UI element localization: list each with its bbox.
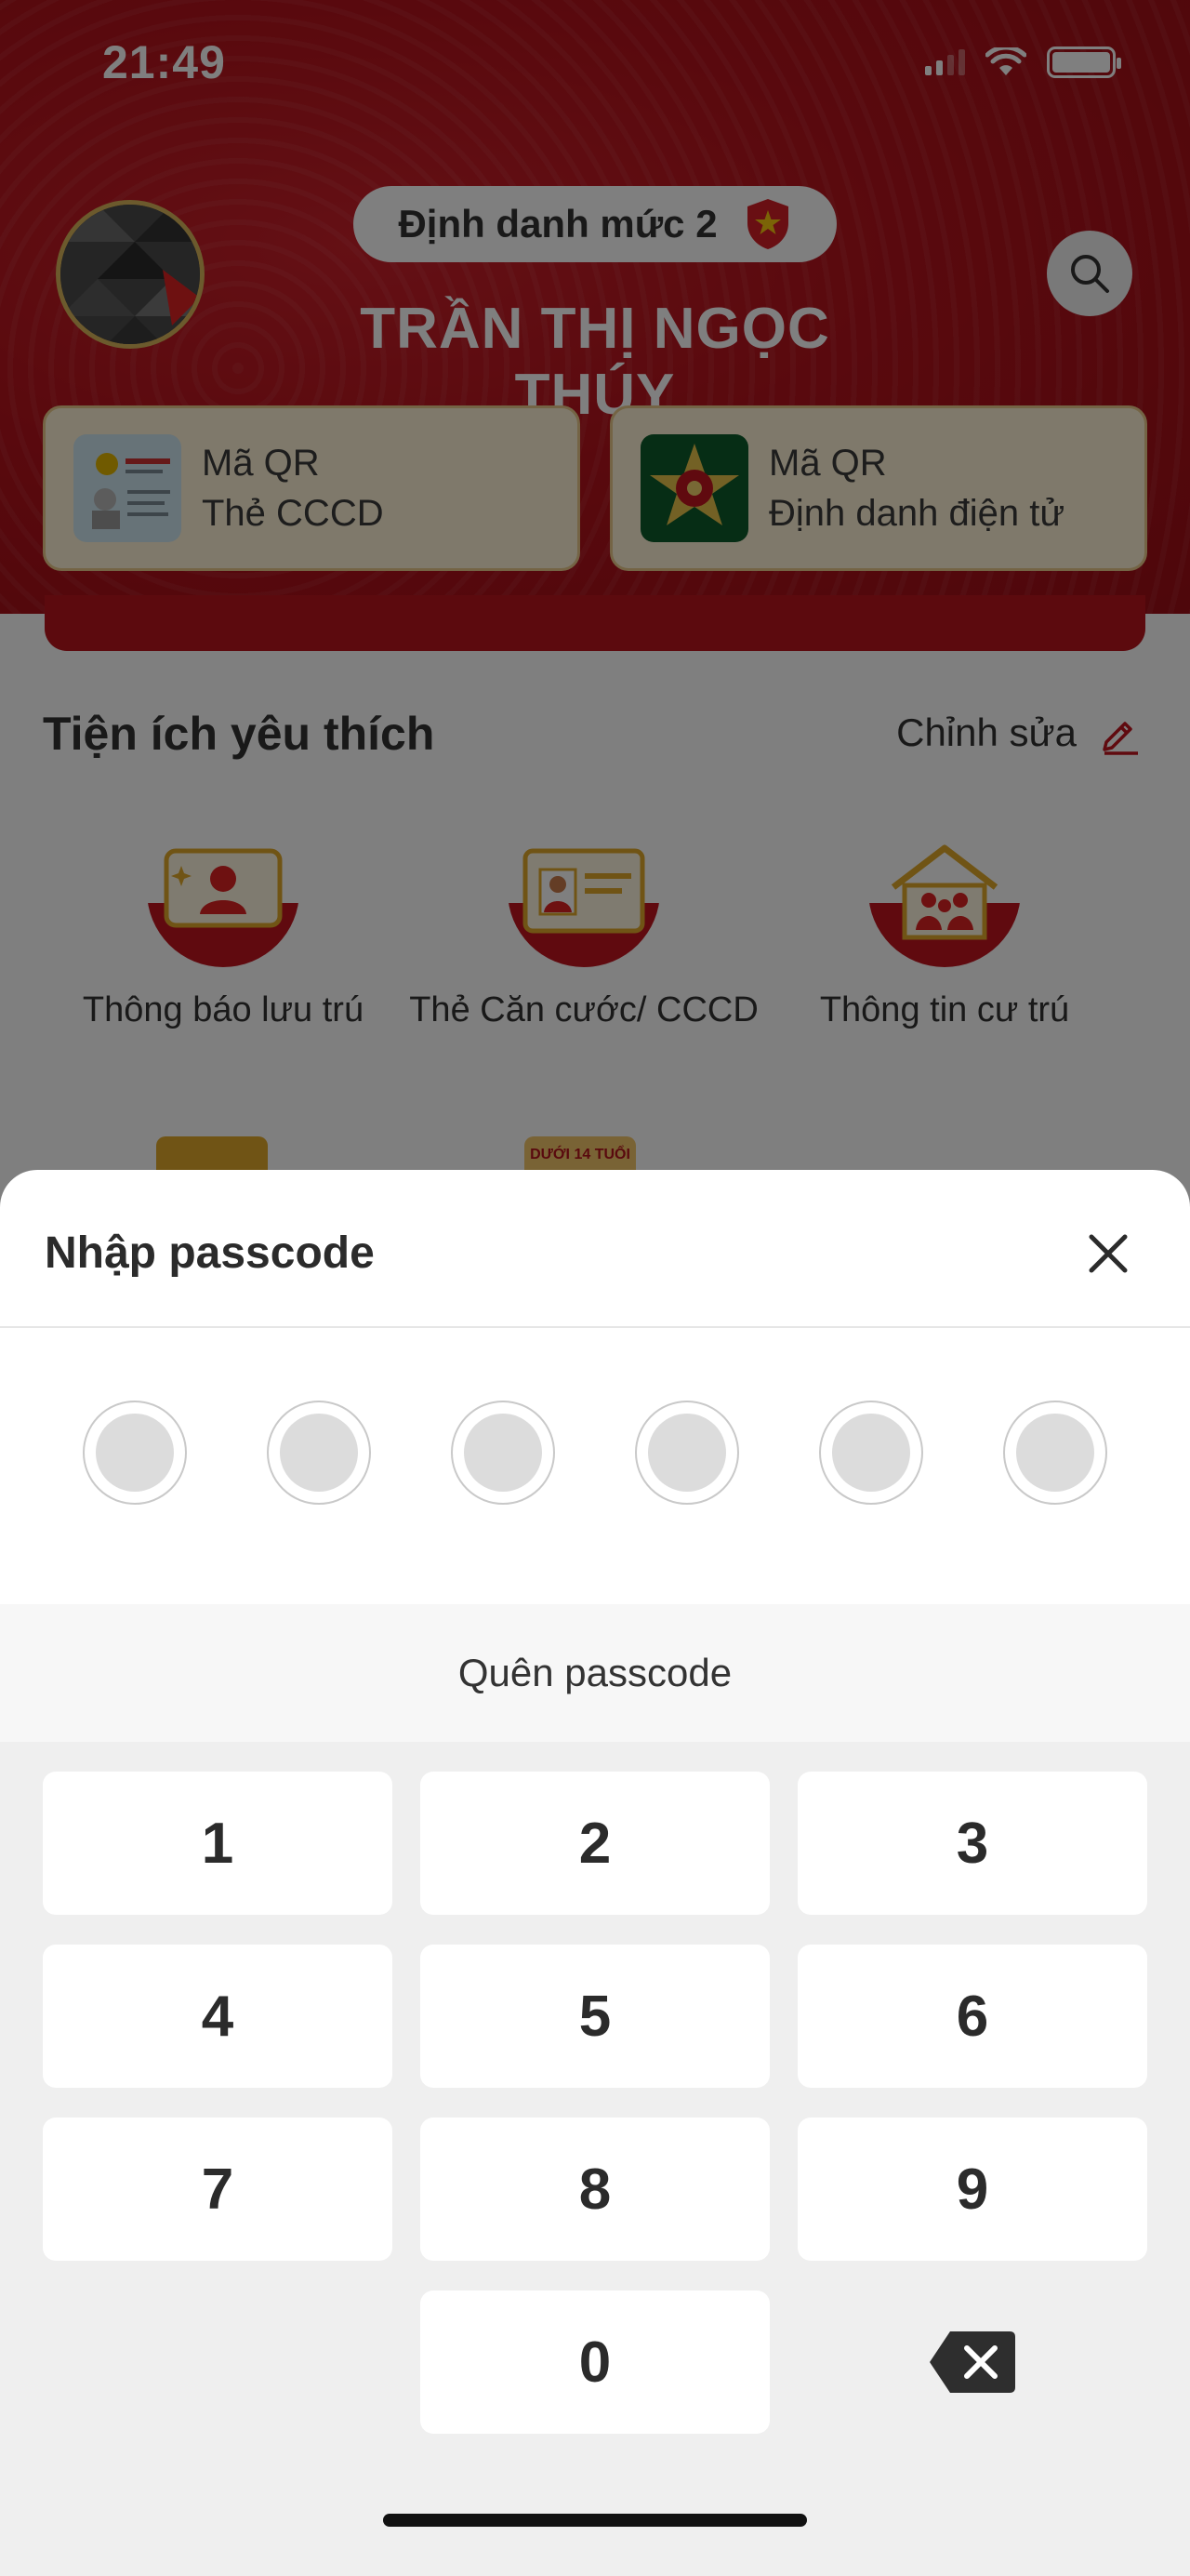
- passcode-dot: [1003, 1401, 1107, 1505]
- close-icon: [1089, 1234, 1128, 1273]
- key-7[interactable]: 7: [43, 2118, 392, 2261]
- passcode-dot: [635, 1401, 739, 1505]
- passcode-dot: [267, 1401, 371, 1505]
- key-1[interactable]: 1: [43, 1772, 392, 1915]
- key-6[interactable]: 6: [798, 1945, 1147, 2088]
- close-button[interactable]: [1082, 1228, 1134, 1280]
- key-4[interactable]: 4: [43, 1945, 392, 2088]
- passcode-dot: [83, 1401, 187, 1505]
- forgot-passcode-label: Quên passcode: [457, 1651, 733, 1694]
- passcode-dot: [451, 1401, 555, 1505]
- numeric-keypad: 1 2 3 4 5 6 7 8 9 0: [0, 1742, 1190, 2576]
- sheet-header: Nhập passcode: [0, 1170, 1190, 1328]
- passcode-indicator: [0, 1328, 1190, 1604]
- key-5[interactable]: 5: [420, 1945, 770, 2088]
- sheet-title: Nhập passcode: [45, 1228, 375, 1278]
- key-8[interactable]: 8: [420, 2118, 770, 2261]
- key-2[interactable]: 2: [420, 1772, 770, 1915]
- backspace-icon: [930, 2331, 1015, 2393]
- key-3[interactable]: 3: [798, 1772, 1147, 1915]
- passcode-sheet: Nhập passcode Quên passcode 1 2 3 4 5 6 …: [0, 1170, 1190, 2576]
- backspace-button[interactable]: [798, 2291, 1147, 2434]
- passcode-dot: [819, 1401, 923, 1505]
- key-0[interactable]: 0: [420, 2291, 770, 2434]
- key-9[interactable]: 9: [798, 2118, 1147, 2261]
- forgot-passcode-button[interactable]: Quên passcode: [0, 1604, 1190, 1742]
- home-indicator: [383, 2514, 807, 2527]
